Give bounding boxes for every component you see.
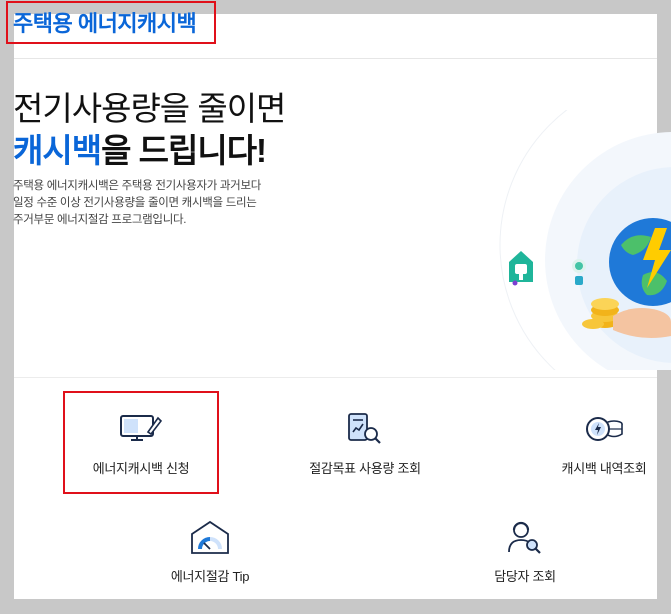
hero-title-line1: 전기사용량을 줄이면 <box>13 90 286 127</box>
document-search-icon <box>348 413 381 444</box>
hero-illustration <box>499 110 671 370</box>
person-search-icon <box>508 521 541 554</box>
logo-highlight-box <box>6 1 216 44</box>
header-divider <box>14 58 657 59</box>
menu-item-cashback-history[interactable]: 캐시백 내역조회 <box>548 412 660 477</box>
menu-item-target-usage[interactable]: 절감목표 사용량 조회 <box>290 412 440 477</box>
hero-description-line: 일정 수준 이상 전기사용량을 줄이면 캐시백을 드리는 <box>13 197 257 209</box>
hero-description: 주택용 에너지캐시백은 주택용 전기사용자가 과거보다 일정 수준 이상 전기사… <box>13 178 313 229</box>
hero-description-line: 주택용 에너지캐시백은 주택용 전기사용자가 과거보다 <box>13 180 262 192</box>
header: 주택용 에너지캐시백 <box>0 0 671 58</box>
menu-item-label: 에너지절감 Tip <box>170 569 250 584</box>
menu-item-contact-lookup[interactable]: 담당자 조회 <box>470 520 580 585</box>
menu-item-label: 담당자 조회 <box>494 569 556 584</box>
coin-energy-icon <box>586 417 623 441</box>
menu-item-label: 절감목표 사용량 조회 <box>309 461 421 476</box>
menu-item-energy-tip[interactable]: 에너지절감 Tip <box>150 520 270 585</box>
menu-highlight-box <box>63 391 219 494</box>
section-divider <box>14 377 657 378</box>
house-gauge-icon <box>191 520 229 554</box>
hero-title-rest: 을 드립니다! <box>101 132 267 169</box>
hero-title-line2: 캐시백을 드립니다! <box>13 124 267 172</box>
hero-title-accent: 캐시백 <box>13 132 102 169</box>
house-plug-icon <box>509 251 533 286</box>
hero-description-line: 주거부문 에너지절감 프로그램입니다. <box>13 214 187 226</box>
menu-item-label: 캐시백 내역조회 <box>561 461 647 476</box>
